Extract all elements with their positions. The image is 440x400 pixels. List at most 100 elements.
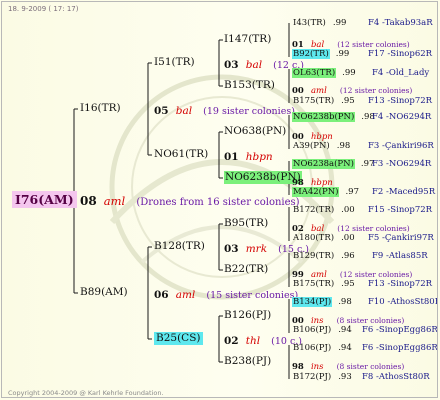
- leaf-pedigree: F4 -Takab93aR: [368, 18, 433, 28]
- leaf-score: .94: [338, 343, 352, 353]
- sister-note: (12 sister colonies): [337, 224, 410, 233]
- leaf-row: B92(TR) .99 F17 -Sinop62R: [292, 49, 432, 60]
- leaf-code: B175(TR): [293, 279, 335, 289]
- leaf-row: B175(TR) .95 F13 -Sinop72R: [292, 96, 432, 107]
- sister-note: (12 sister colonies): [337, 40, 410, 49]
- gen-number: 03: [224, 243, 239, 255]
- sister-note: (8 sister colonies): [336, 362, 405, 371]
- leaf-pedigree: F2 -Maced95R: [372, 187, 436, 197]
- leaf-pedigree: F17 -Sinop62R: [368, 49, 433, 59]
- leaf-code: B129(TR): [293, 251, 335, 261]
- sister-note: (12 sister colonies): [339, 86, 413, 95]
- year-code: hbpn: [245, 151, 273, 163]
- leaf-row: B129(TR) .96 F9 -Atlas85R: [292, 251, 428, 262]
- gen-number: 06: [154, 289, 169, 301]
- leaf-row: B172(PJ) .93 F8 -AthosSt80R: [292, 372, 430, 383]
- parent-i16: I16(TR): [80, 102, 121, 114]
- leaf-row: B134(PJ) .98 F10 -AthosSt80R: [292, 297, 437, 308]
- leaf-pedigree: F4 -Old_Lady: [372, 68, 430, 78]
- leaf-pedigree: F4 -NO6294R: [372, 112, 432, 122]
- leaf-row: NO6238b(PN) .98 F4 -NO6294R: [292, 112, 431, 123]
- leaf-pedigree: F3 -NO6294R: [372, 159, 432, 169]
- leaf-pedigree: F8 -AthosSt80R: [362, 372, 430, 382]
- grandparent-no61: NO61(TR): [154, 148, 209, 160]
- gen-number: 02: [224, 335, 239, 347]
- year-code: thl: [245, 335, 261, 347]
- gen-number: 01: [224, 151, 239, 163]
- ggp-i147: I147(TR): [224, 33, 272, 45]
- leaf-pedigree: F6 -SinopEgg86R: [362, 343, 438, 353]
- leaf-score: .00: [341, 205, 355, 215]
- leaf-row: B172(TR) .00 F15 -Sinop72R: [292, 205, 432, 216]
- copyright-notice: Copyright 2004-2009 @ Karl Kehrle Founda…: [8, 389, 164, 397]
- leaf-row: MA42(PN) .97 F2 -Maced95R: [292, 187, 435, 198]
- leaf-pedigree: F3 -Çankiri96R: [368, 141, 434, 151]
- leaf-row: B175(TR) .95 F13 -Sinop72R: [292, 279, 432, 290]
- year-code: mrk: [245, 243, 268, 255]
- ggp-b22: B22(TR): [224, 263, 269, 275]
- leaf-pedigree: F5 -Çankiri97R: [368, 233, 434, 243]
- leaf-code: I43(TR): [293, 18, 326, 28]
- sister-note: (19 sister colonies): [203, 106, 295, 117]
- leaf-score: .94: [338, 325, 352, 335]
- gen-number: 00: [292, 86, 304, 96]
- leaf-code: B134(PJ): [292, 297, 333, 307]
- leaf-code: B175(TR): [293, 96, 335, 106]
- grandparent-b128: B128(TR): [154, 240, 205, 252]
- leaf-row: I43(TR) .99 F4 -Takab93aR: [292, 18, 433, 29]
- leaf-score: .99: [342, 68, 356, 78]
- leaf-score: .95: [341, 279, 355, 289]
- ggp-b126: B126(PJ): [224, 309, 272, 321]
- grandparent-i51: I51(TR): [154, 56, 195, 68]
- leaf-score: .98: [336, 141, 351, 151]
- year-code: bal: [175, 105, 193, 117]
- leaf-pedigree: F6 -SinopEgg86R: [362, 325, 438, 335]
- leaf-pedigree: F15 -Sinop72R: [368, 205, 433, 215]
- leaf-row: B106(PJ) .94 F6 -SinopEgg86R: [292, 343, 437, 354]
- leaf-pedigree: F10 -AthosSt80R: [368, 297, 438, 307]
- leaf-score: .99: [332, 18, 347, 28]
- leaf-row: A180(TR) .00 F5 -Çankiri97R: [292, 233, 434, 244]
- leaf-code: B106(PJ): [293, 325, 332, 335]
- leaf-score: .00: [341, 233, 355, 243]
- leaf-code: MA42(PN): [292, 187, 340, 197]
- leaf-pedigree: F13 -Sinop72R: [368, 279, 433, 289]
- ggp-b238: B238(PJ): [224, 355, 272, 367]
- leaf-row: A39(PN) .98 F3 -Çankiri96R: [292, 141, 434, 152]
- gen-number: 05: [154, 105, 169, 117]
- parent-b89-generation: 06 aml (15 sister colonies): [154, 286, 298, 302]
- parent-i16-generation: 05 bal (19 sister colonies): [154, 102, 295, 118]
- ggp-b153: B153(TR): [224, 79, 275, 91]
- year-code: ins: [310, 362, 324, 372]
- leaf-pedigree: F9 -Atlas85R: [372, 251, 428, 261]
- year-code: aml: [310, 86, 327, 96]
- sister-note: (8 sister colonies): [336, 316, 405, 325]
- ggp-no638: NO638(PN): [224, 125, 287, 137]
- leaf-code: NO6238a(PN): [292, 159, 355, 169]
- queen-root: I76(AM): [12, 191, 77, 208]
- leaf-score: .97: [345, 187, 359, 197]
- leaf-score: .96: [341, 251, 355, 261]
- leaf-code: B92(TR): [292, 49, 330, 59]
- leaf-code: A180(TR): [293, 233, 335, 243]
- leaf-code: A39(PN): [293, 141, 330, 151]
- sister-note: (15 sister colonies): [206, 290, 299, 301]
- year-code: bal: [245, 59, 263, 71]
- grandparent-b25: B25(CS): [154, 332, 203, 345]
- leaf-row: NO6238a(PN) .97 F3 -NO6294R: [292, 159, 431, 170]
- leaf-code: NO6238b(PN): [292, 112, 356, 122]
- parent-b89: B89(AM): [80, 286, 128, 298]
- grandparent-b25-generation: 02 thl (10 c.): [224, 332, 302, 348]
- leaf-code: B172(PJ): [293, 372, 332, 382]
- root-sister-note: (Drones from 16 sister colonies): [136, 197, 300, 208]
- ggp-no6238b: NO6238b(PN): [224, 171, 302, 184]
- leaf-score: .99: [335, 49, 350, 59]
- leaf-code: OL63(TR): [292, 68, 337, 78]
- leaf-score: .95: [341, 96, 355, 106]
- grandparent-no61-generation: 01 hbpn: [224, 148, 273, 164]
- leaf-code: B172(TR): [293, 205, 335, 215]
- pedigree-frame: 18. 9-2009 ( 17: 17) I76(AM) 08 aml (Dro…: [1, 1, 438, 398]
- leaf-row: OL63(TR) .99 F4 -Old_Lady: [292, 68, 429, 79]
- sister-note: (12 sister colonies): [339, 270, 413, 279]
- leaf-score: .98: [338, 297, 352, 307]
